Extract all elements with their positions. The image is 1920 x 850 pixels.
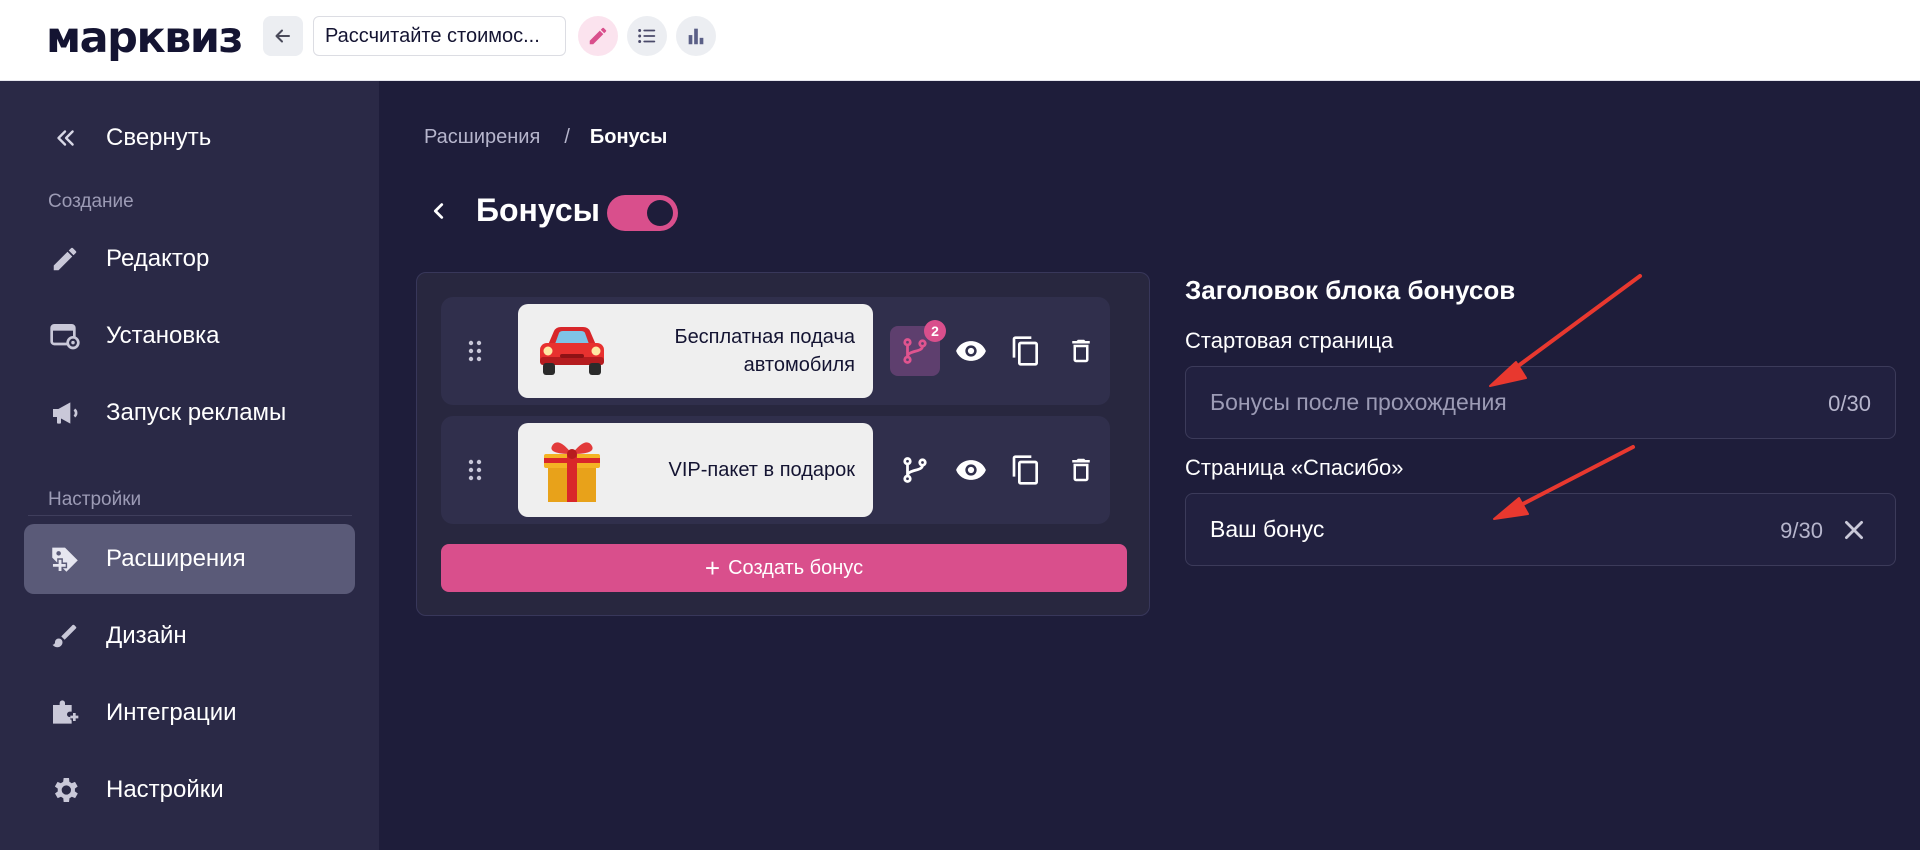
breadcrumb-parent[interactable]: Расширения — [424, 126, 540, 148]
bonus-list-panel: Бесплатная подача автомобиля 2 VIP-пакет… — [416, 272, 1150, 616]
sidebar-collapse-label: Свернуть — [106, 124, 212, 151]
breadcrumb-separator: / — [564, 126, 570, 148]
copy-icon — [1012, 455, 1038, 485]
sidebar-item-label: Установка — [106, 322, 220, 349]
sidebar-section-settings: Настройки — [48, 489, 142, 510]
start-page-field: 0/30 — [1185, 366, 1896, 439]
thanks-page-field: 9/30 — [1185, 493, 1896, 566]
chevron-left-icon — [433, 203, 444, 219]
integrations-puzzle-icon — [48, 696, 82, 730]
extensions-tag-icon — [48, 542, 82, 576]
list-icon — [638, 29, 656, 43]
logo[interactable]: марквиз — [46, 14, 243, 62]
sidebar-item-label: Дизайн — [106, 622, 187, 649]
eye-icon — [956, 341, 986, 361]
bonus-block-heading: Заголовок блока бонусов — [1185, 275, 1516, 305]
bonus-title: Бесплатная подача автомобиля — [674, 326, 855, 376]
sidebar-item-label: Расширения — [106, 545, 246, 572]
start-page-label: Стартовая страница — [1185, 328, 1394, 353]
quiz-title-field[interactable]: Рассчитайте стоимос... — [313, 16, 566, 56]
plus-icon: + — [704, 553, 721, 583]
sidebar-item-label: Запуск рекламы — [106, 399, 287, 426]
bonuses-toggle[interactable] — [607, 195, 678, 231]
sidebar-item-label: Редактор — [106, 245, 210, 272]
breadcrumb-current: Бонусы — [589, 126, 668, 148]
branch-icon — [903, 338, 927, 364]
branching-button[interactable]: 2 — [890, 320, 946, 376]
brush-icon — [48, 619, 82, 653]
list-mode-button[interactable] — [627, 16, 667, 56]
char-counter: 0/30 — [1828, 391, 1871, 416]
install-window-icon — [48, 319, 82, 353]
sidebar-item-settings[interactable]: Настройки — [24, 755, 355, 825]
bonus-title: VIP-пакет в подарок — [668, 459, 855, 481]
start-page-input[interactable] — [1186, 367, 1895, 438]
sidebar-item-label: Интеграции — [106, 699, 237, 726]
gear-icon — [48, 773, 82, 807]
sidebar-item-design[interactable]: Дизайн — [24, 601, 355, 671]
create-bonus-button[interactable]: + Создать бонус — [441, 544, 1127, 592]
delete-button[interactable] — [1056, 445, 1106, 495]
megaphone-icon — [48, 396, 82, 430]
breadcrumb: Расширения / Бонусы — [424, 126, 667, 149]
pencil-icon — [589, 27, 607, 45]
duplicate-button[interactable] — [1001, 445, 1051, 495]
bar-chart-icon — [688, 28, 704, 45]
sidebar-item-install[interactable]: Установка — [24, 301, 355, 371]
sidebar: Свернуть Создание Редактор Установка Зап… — [0, 81, 379, 850]
sidebar-item-extensions[interactable]: Расширения — [24, 524, 355, 594]
gift-emoji — [534, 431, 610, 509]
create-bonus-label: Создать бонус — [728, 556, 864, 579]
char-counter: 9/30 — [1780, 518, 1823, 543]
bonus-card[interactable]: VIP-пакет в подарок — [518, 423, 873, 517]
close-icon[interactable] — [1841, 517, 1867, 543]
eye-icon — [956, 460, 986, 480]
duplicate-button[interactable] — [1001, 326, 1051, 376]
copy-icon — [1012, 336, 1038, 366]
stats-mode-button[interactable] — [676, 16, 716, 56]
car-emoji — [534, 312, 610, 390]
arrow-left-icon — [275, 29, 290, 43]
branch-count-badge: 2 — [924, 320, 946, 342]
pencil-icon — [48, 242, 82, 276]
sidebar-item-label: Настройки — [106, 776, 224, 803]
sidebar-collapse[interactable]: Свернуть — [24, 103, 355, 173]
editor-mode-button[interactable] — [578, 16, 618, 56]
trash-icon — [1072, 339, 1090, 363]
branching-button[interactable] — [890, 445, 940, 495]
bonus-row: VIP-пакет в подарок — [441, 416, 1110, 524]
back-button[interactable] — [263, 16, 303, 56]
sidebar-divider — [28, 515, 352, 516]
sidebar-item-editor[interactable]: Редактор — [24, 224, 355, 294]
page-back-button[interactable] — [424, 196, 454, 226]
bonus-row: Бесплатная подача автомобиля 2 — [441, 297, 1110, 405]
bonus-card[interactable]: Бесплатная подача автомобиля — [518, 304, 873, 398]
sidebar-item-integrations[interactable]: Интеграции — [24, 678, 355, 748]
preview-button[interactable] — [946, 445, 996, 495]
page-title: Бонусы — [476, 192, 600, 228]
delete-button[interactable] — [1056, 326, 1106, 376]
preview-button[interactable] — [946, 326, 996, 376]
top-bar: марквиз Рассчитайте стоимос... — [0, 0, 1920, 81]
toggle-knob — [647, 200, 673, 226]
drag-handle-icon[interactable] — [467, 339, 483, 363]
sidebar-item-ads[interactable]: Запуск рекламы — [24, 378, 355, 448]
thanks-page-label: Страница «Спасибо» — [1185, 455, 1404, 480]
trash-icon — [1072, 458, 1090, 482]
drag-handle-icon[interactable] — [467, 458, 483, 482]
double-chevron-left-icon — [48, 121, 82, 155]
branch-icon — [903, 457, 927, 483]
sidebar-section-create: Создание — [48, 191, 134, 212]
